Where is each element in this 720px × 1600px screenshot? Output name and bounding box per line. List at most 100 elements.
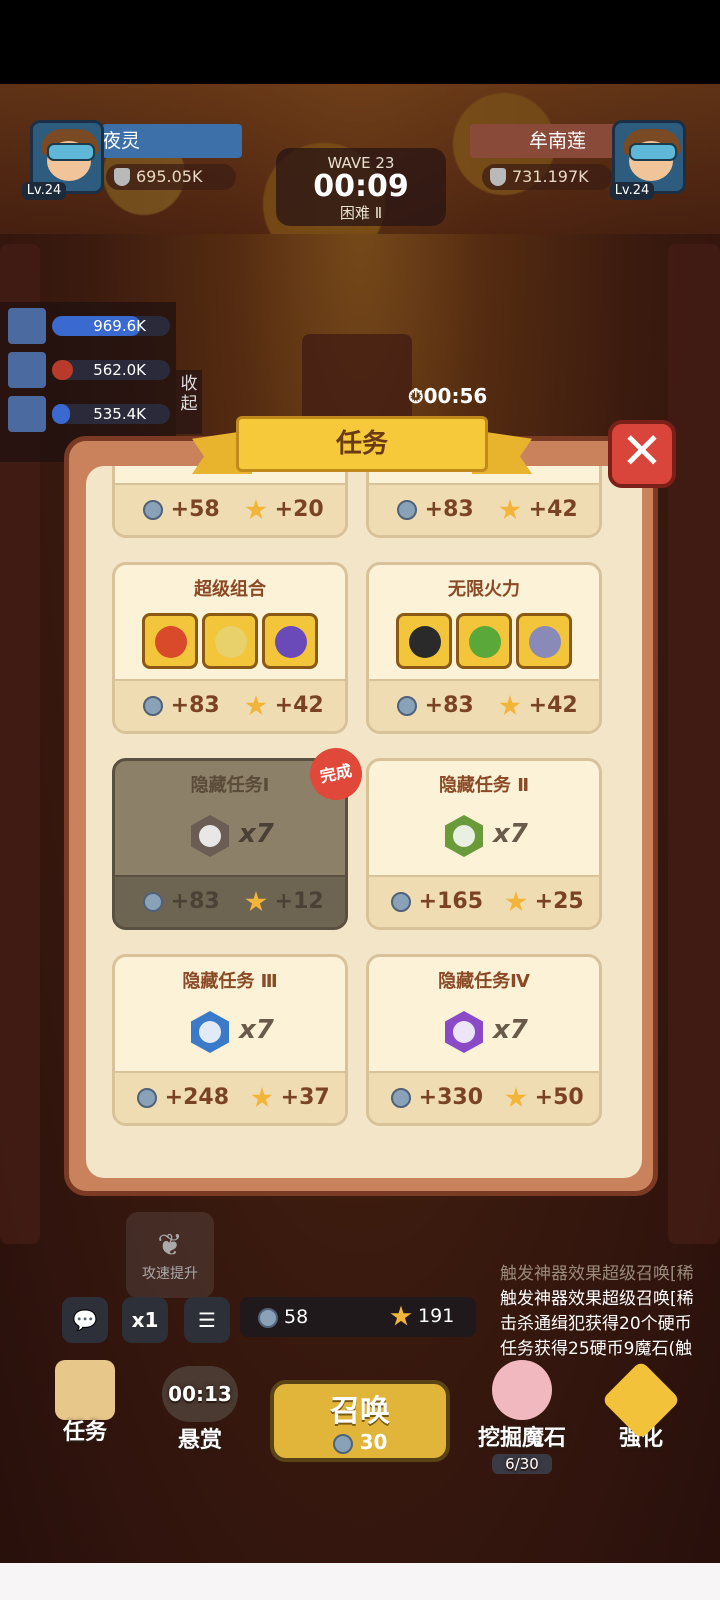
task-card-super-combo[interactable]: 超级组合 +83 +42: [112, 562, 348, 734]
side-timer-value: 00:56: [423, 384, 488, 408]
ranking-bar: 535.4K: [52, 404, 170, 424]
gem-icon: [191, 1011, 229, 1053]
task-reward: +165 +25: [369, 875, 599, 927]
chat-button[interactable]: 💬: [62, 1297, 108, 1343]
scroll-icon: [55, 1360, 115, 1420]
magic-stone-icon: [390, 1305, 412, 1326]
hero-icon: [142, 613, 198, 669]
ranking-row: 535.4K: [8, 396, 170, 432]
hero-portrait: [8, 396, 46, 432]
dig-magic-stone-button[interactable]: 挖掘魔石 6/30: [464, 1360, 580, 1474]
reward-coins: +83: [170, 889, 220, 914]
task-reward: +83 +12: [115, 875, 345, 927]
summon-button[interactable]: 召唤 30: [270, 1380, 450, 1462]
wave-panel: WAVE 23 00:09 困难 Ⅱ: [276, 148, 446, 226]
task-reward: +83 +42: [369, 679, 599, 731]
log-line: 任务获得25硬币9魔石(触: [500, 1339, 693, 1359]
trophy-icon: [490, 168, 506, 186]
coin-icon: [391, 1088, 411, 1108]
gem-count: x7: [239, 1015, 274, 1045]
task-title: 超级组合: [194, 579, 266, 600]
system-nav-bar: [0, 1563, 720, 1600]
difficulty-label: 困难 Ⅱ: [339, 204, 383, 222]
ranking-fill: [52, 360, 74, 380]
star-icon: [251, 1087, 273, 1108]
speed-button[interactable]: x1: [122, 1297, 168, 1343]
close-button[interactable]: ✕: [608, 420, 676, 488]
bounty-timer: 00:13: [162, 1366, 238, 1422]
reward-stars: +25: [534, 889, 584, 914]
task-title: 隐藏任务 Ⅲ: [182, 971, 278, 992]
hero-icon: [516, 613, 572, 669]
coin-icon: [137, 1088, 157, 1108]
hero-icon: [202, 613, 258, 669]
menu-button[interactable]: ☰: [184, 1297, 230, 1343]
right-player-level: Lv.24: [610, 182, 654, 200]
gem-icon: [191, 815, 229, 857]
task-title: 隐藏任务 Ⅱ: [438, 775, 530, 796]
ranking-bar: 969.6K: [52, 316, 170, 336]
gem-count: x7: [239, 819, 274, 849]
ranking-row: 969.6K: [8, 308, 170, 344]
summon-label: 召唤: [330, 1394, 390, 1429]
coin-icon: [258, 1307, 278, 1328]
reward-stars: +42: [274, 693, 324, 718]
trophy-icon: [114, 168, 130, 186]
reward-coins: +248: [164, 1085, 230, 1110]
task-button[interactable]: 任务: [40, 1360, 130, 1446]
left-player-level: Lv.24: [22, 182, 66, 200]
ranking-row: 562.0K: [8, 352, 170, 388]
bounty-label: 悬赏: [177, 1428, 222, 1453]
wing-icon: ❦: [157, 1228, 183, 1263]
ranking-value: 535.4K: [93, 405, 146, 423]
upgrade-button[interactable]: 强化: [596, 1360, 686, 1452]
left-player-name: 夜灵: [102, 124, 242, 158]
hero-portrait: [8, 352, 46, 388]
task-card-unlimited-firepower[interactable]: 无限火力 +83 +42: [366, 562, 602, 734]
task-card-hidden-4[interactable]: 隐藏任务Ⅳ x7 +330 +50: [366, 954, 602, 1126]
task-title: 隐藏任务Ⅳ: [438, 971, 530, 992]
gem-count: x7: [493, 819, 528, 849]
dig-label: 挖掘魔石: [477, 1426, 566, 1451]
reward-coins: +83: [424, 693, 474, 718]
left-player-panel[interactable]: 夜灵 695.05K Lv.24: [22, 120, 262, 200]
dig-progress: 6/30: [492, 1454, 552, 1474]
reward-coins: +330: [418, 1085, 484, 1110]
ranking-fill: [52, 404, 70, 424]
coin-icon: [397, 696, 417, 716]
ranking-value: 562.0K: [93, 361, 146, 379]
attack-speed-boost-button[interactable]: ❦ 攻速提升: [126, 1212, 214, 1298]
right-player-power: 731.197K: [482, 164, 612, 190]
right-player-panel[interactable]: 牟南莲 731.197K Lv.24: [470, 120, 710, 200]
bounty-button[interactable]: 00:13 悬赏: [150, 1366, 250, 1454]
hero-set: [369, 613, 599, 673]
task-card-hidden-3[interactable]: 隐藏任务 Ⅲ x7 +248 +37: [112, 954, 348, 1126]
gem-icon: [445, 815, 483, 857]
ranking-value: 969.6K: [93, 317, 146, 335]
battle-log: 触发神器效果超级召唤[稀 触发神器效果超级召唤[稀 击杀通缉犯获得20个硬币 任…: [500, 1262, 720, 1362]
reward-stars: +37: [280, 1085, 330, 1110]
star-icon: [499, 499, 521, 520]
pig-icon: [492, 1360, 552, 1420]
modal-title: 任务: [236, 416, 488, 472]
menu-icon: ☰: [198, 1308, 216, 1332]
task-reward: +83 +42: [115, 679, 345, 731]
gem-icon: [445, 1011, 483, 1053]
coin-icon: [332, 1433, 353, 1454]
task-list-panel: +58 +20 +83 +42 超级组合 +83 +42 无限火力 +83 +4…: [86, 466, 642, 1178]
reward-coins: +165: [418, 889, 484, 914]
star-icon: [245, 891, 267, 912]
magic-stone-count: 191: [418, 1305, 455, 1327]
star-icon: [245, 695, 267, 716]
task-card-hidden-2[interactable]: 隐藏任务 Ⅱ x7 +165 +25: [366, 758, 602, 930]
right-player-name: 牟南莲: [470, 124, 620, 158]
star-icon: [505, 891, 527, 912]
reward-coins: +58: [170, 497, 220, 522]
log-line: 击杀通缉犯获得20个硬币: [500, 1314, 692, 1334]
close-icon: ✕: [621, 422, 663, 480]
reward-stars: +42: [528, 693, 578, 718]
reward-stars: +20: [274, 497, 324, 522]
task-reward: +248 +37: [115, 1071, 345, 1123]
chat-icon: 💬: [72, 1308, 98, 1332]
hero-icon: [456, 613, 512, 669]
